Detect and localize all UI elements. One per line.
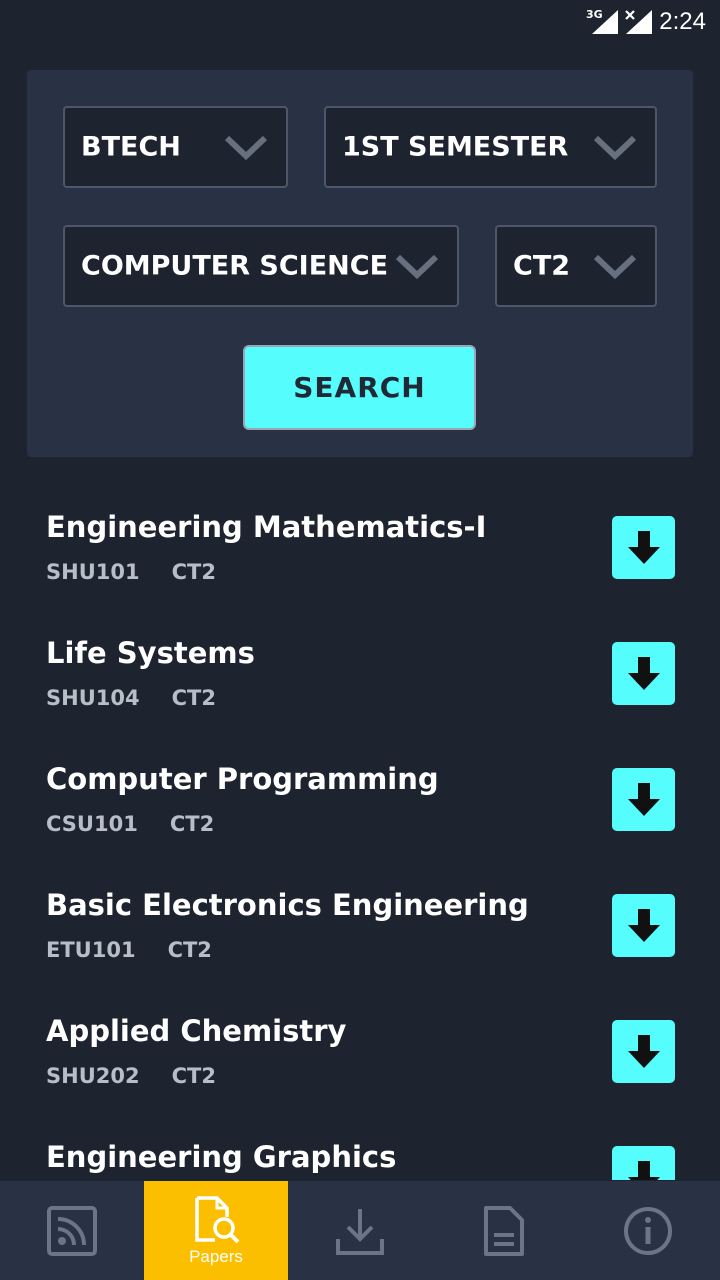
semester-dropdown[interactable]: 1ST SEMESTER <box>324 106 657 188</box>
no-sim-signal-icon <box>625 10 652 34</box>
paper-list: Engineering Mathematics-I SHU101 CT2 Life… <box>0 490 720 1180</box>
exam-dropdown[interactable]: CT2 <box>495 225 657 307</box>
paper-title: Computer Programming <box>46 762 439 796</box>
paper-exam: CT2 <box>171 560 216 584</box>
search-button[interactable]: SEARCH <box>243 345 476 430</box>
paper-item[interactable]: Engineering Mathematics-I SHU101 CT2 <box>0 490 720 616</box>
download-arrow-icon <box>627 908 660 942</box>
nav-papers-label: Papers <box>189 1246 243 1266</box>
paper-item[interactable]: Computer Programming CSU101 CT2 <box>0 742 720 868</box>
download-arrow-icon <box>627 782 660 816</box>
paper-meta: SHU101 CT2 <box>46 560 216 584</box>
branch-dropdown[interactable]: COMPUTER SCIENCE <box>63 225 459 307</box>
paper-meta: SHU202 CT2 <box>46 1064 216 1088</box>
chevron-down-icon <box>593 135 637 161</box>
download-button[interactable] <box>612 642 675 705</box>
download-button[interactable] <box>612 516 675 579</box>
paper-meta: SHU104 CT2 <box>46 686 216 710</box>
download-arrow-icon <box>627 530 660 564</box>
paper-item[interactable]: Applied Chemistry SHU202 CT2 <box>0 994 720 1120</box>
bottom-nav: Papers <box>0 1181 720 1280</box>
branch-value: COMPUTER SCIENCE <box>81 250 389 282</box>
download-button[interactable] <box>612 894 675 957</box>
paper-code: ETU101 <box>46 938 136 962</box>
paper-exam: CT2 <box>171 686 216 710</box>
paper-item[interactable]: Basic Electronics Engineering ETU101 CT2 <box>0 868 720 994</box>
paper-meta: CSU101 CT2 <box>46 812 214 836</box>
course-value: BTECH <box>81 131 181 163</box>
download-arrow-icon <box>627 656 660 690</box>
paper-item[interactable]: Life Systems SHU104 CT2 <box>0 616 720 742</box>
semester-value: 1ST SEMESTER <box>342 131 569 163</box>
paper-code: CSU101 <box>46 812 138 836</box>
document-icon <box>484 1205 524 1256</box>
nav-downloads[interactable] <box>288 1181 432 1280</box>
paper-title: Life Systems <box>46 636 255 670</box>
clock: 2:24 <box>659 8 706 35</box>
feed-icon <box>47 1205 97 1256</box>
signal-icon <box>592 10 618 34</box>
paper-exam: CT2 <box>171 1064 216 1088</box>
paper-code: SHU202 <box>46 1064 140 1088</box>
status-bar: 3G 2:24 <box>0 0 720 48</box>
paper-code: SHU104 <box>46 686 140 710</box>
paper-item[interactable]: Engineering Graphics <box>0 1120 720 1180</box>
nav-feed[interactable] <box>0 1181 144 1280</box>
nav-documents[interactable] <box>432 1181 576 1280</box>
download-button[interactable] <box>612 768 675 831</box>
course-dropdown[interactable]: BTECH <box>63 106 288 188</box>
exam-value: CT2 <box>513 250 571 282</box>
paper-meta: ETU101 CT2 <box>46 938 212 962</box>
filter-panel: BTECH 1ST SEMESTER COMPUTER SCIENCE CT2 … <box>27 70 693 457</box>
app-screen: 3G 2:24 BTECH 1ST SEMESTER COMPUTER SCIE… <box>0 0 720 1280</box>
paper-title: Applied Chemistry <box>46 1014 347 1048</box>
download-button[interactable] <box>612 1020 675 1083</box>
papers-icon <box>195 1195 240 1243</box>
download-icon <box>336 1208 384 1255</box>
paper-exam: CT2 <box>169 812 215 836</box>
nav-papers[interactable]: Papers <box>144 1181 288 1280</box>
download-arrow-icon <box>627 1034 660 1068</box>
nav-info[interactable] <box>576 1181 720 1280</box>
download-arrow-icon <box>627 1160 660 1180</box>
chevron-down-icon <box>224 135 268 161</box>
paper-exam: CT2 <box>167 938 212 962</box>
paper-title: Engineering Graphics <box>46 1140 397 1174</box>
info-icon <box>624 1206 672 1255</box>
paper-code: SHU101 <box>46 560 140 584</box>
download-button[interactable] <box>612 1146 675 1180</box>
chevron-down-icon <box>395 254 439 280</box>
paper-title: Engineering Mathematics-I <box>46 510 487 544</box>
paper-title: Basic Electronics Engineering <box>46 888 529 922</box>
chevron-down-icon <box>593 254 637 280</box>
